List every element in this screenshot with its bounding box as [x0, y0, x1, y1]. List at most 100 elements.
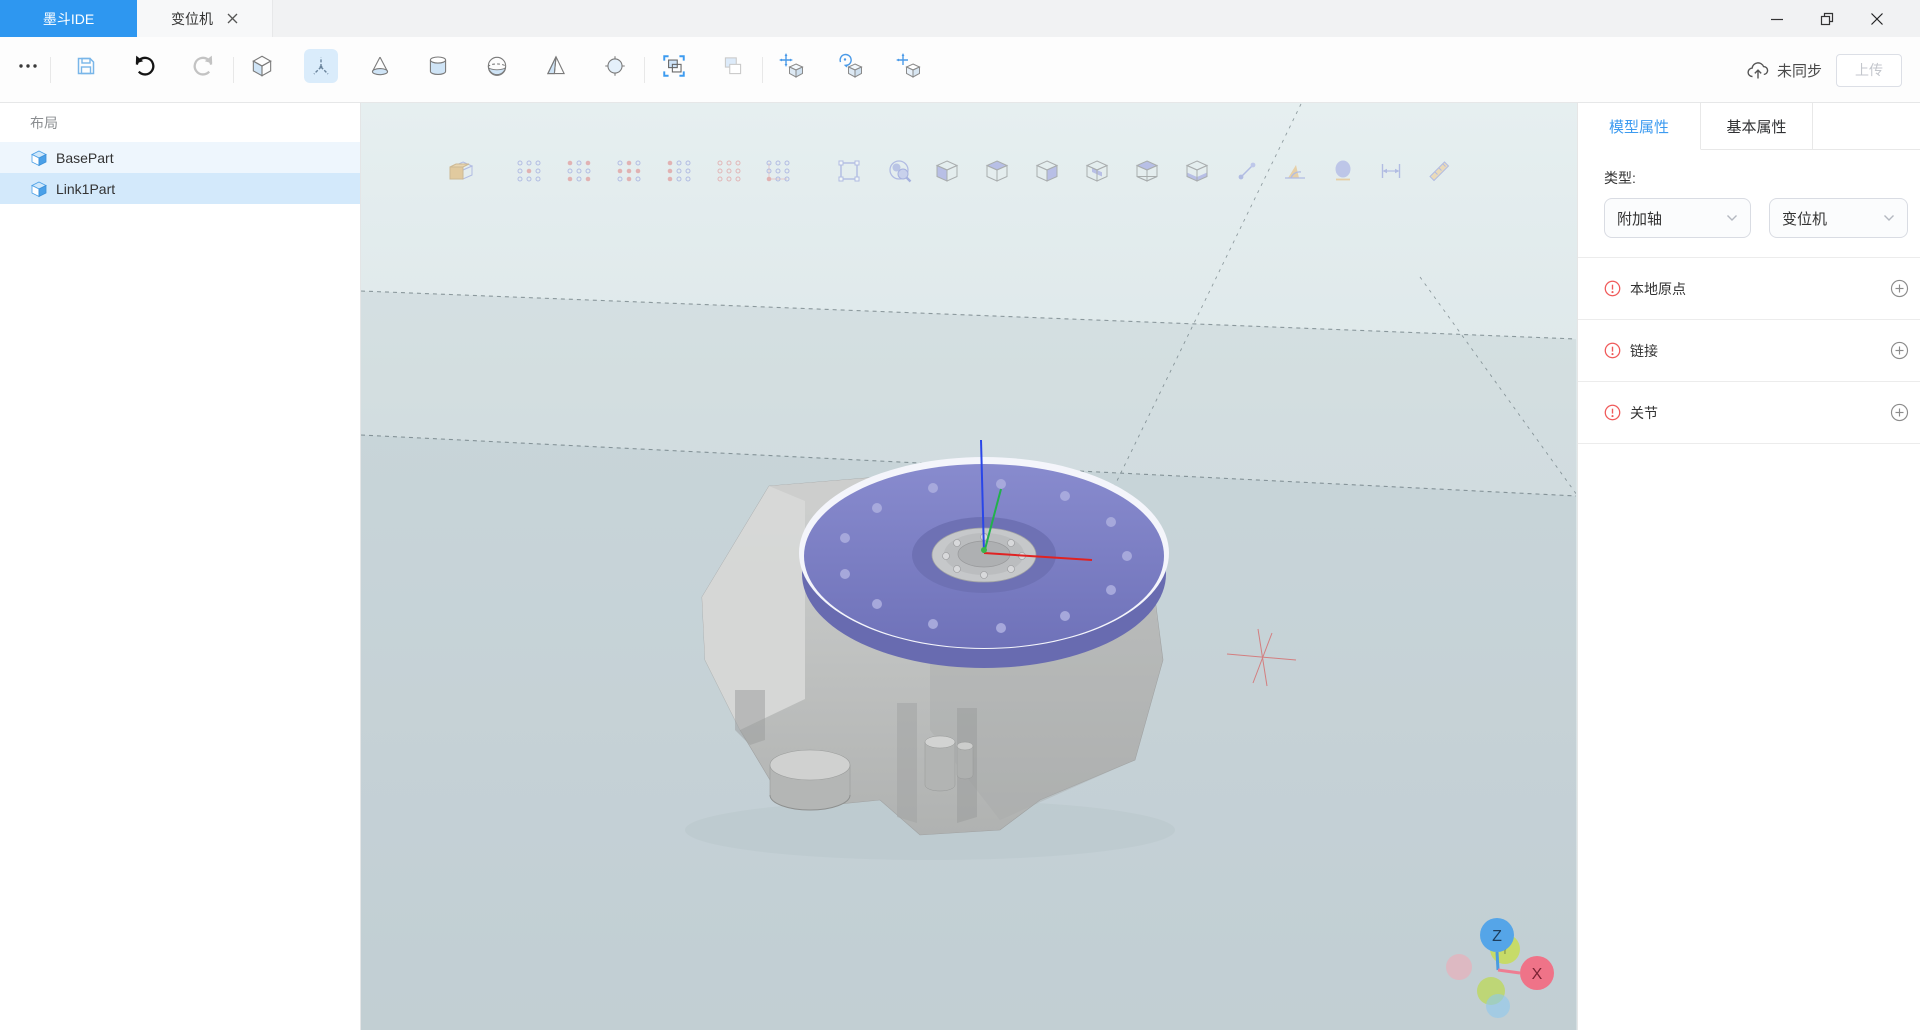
- titlebar-drag-area: [273, 0, 1752, 37]
- tree-item-basepart[interactable]: BasePart: [0, 142, 360, 173]
- snap-corners-icon[interactable]: [564, 156, 594, 186]
- rotate-part-button[interactable]: [834, 49, 868, 83]
- chevron-down-icon: [1883, 214, 1895, 222]
- add-link-button[interactable]: [1890, 341, 1909, 360]
- measure-width-icon[interactable]: [1376, 156, 1406, 186]
- minimize-button[interactable]: [1752, 0, 1802, 37]
- tab-basic-properties[interactable]: 基本属性: [1701, 103, 1813, 149]
- add-joint-button[interactable]: [1890, 403, 1909, 422]
- snap-all-icon[interactable]: [714, 156, 744, 186]
- app-tab[interactable]: 墨斗IDE: [0, 0, 137, 37]
- undo-button[interactable]: [128, 49, 162, 83]
- close-button[interactable]: [1852, 0, 1902, 37]
- type-select-subtype[interactable]: 变位机: [1769, 198, 1908, 238]
- translate-part-button[interactable]: [892, 49, 926, 83]
- maximize-button[interactable]: [1802, 0, 1852, 37]
- type-select-category[interactable]: 附加轴: [1604, 198, 1751, 238]
- undo-icon: [132, 53, 158, 79]
- layout-sidebar: 布局 BasePart Link1Part: [0, 103, 361, 1030]
- minimize-icon: [1768, 10, 1786, 28]
- upload-button[interactable]: 上传: [1836, 54, 1902, 87]
- view-front-icon[interactable]: [932, 156, 962, 186]
- measure-ruler-icon[interactable]: [1424, 156, 1454, 186]
- insert-cube-icon[interactable]: [445, 156, 475, 186]
- axis-z-negative-ball[interactable]: [1486, 994, 1510, 1018]
- snap-cross-icon[interactable]: [614, 156, 644, 186]
- warning-icon: [1604, 342, 1621, 359]
- type-select-category-value: 附加轴: [1617, 208, 1662, 229]
- redo-icon: [190, 53, 216, 79]
- tree-item-label: BasePart: [56, 150, 114, 166]
- move-cube-icon: [778, 52, 806, 80]
- create-cylinder-button[interactable]: [421, 49, 455, 83]
- turntable-disc[interactable]: [799, 457, 1169, 668]
- section-link: 链接: [1578, 320, 1920, 382]
- selection-frame-icon[interactable]: [834, 156, 864, 186]
- tab-model-properties[interactable]: 模型属性: [1578, 103, 1701, 150]
- axis-x-label: X: [1532, 966, 1543, 983]
- axis-x-negative-ball[interactable]: [1446, 954, 1472, 980]
- type-label: 类型:: [1604, 168, 1920, 188]
- view-bottom-icon[interactable]: [1182, 156, 1212, 186]
- save-icon: [74, 54, 98, 78]
- section-joint: 关节: [1578, 382, 1920, 444]
- move-part-button[interactable]: [775, 49, 809, 83]
- view-left-icon[interactable]: [1032, 156, 1062, 186]
- axis-triad-icon: [309, 54, 333, 78]
- axis-triad-button[interactable]: [304, 49, 338, 83]
- cloud-upload-icon: [1746, 59, 1770, 81]
- view-right-icon[interactable]: [1082, 156, 1112, 186]
- cylinder-icon: [425, 53, 451, 79]
- part-cube-icon: [30, 149, 48, 167]
- select-frame-icon: [661, 53, 687, 79]
- view-back-icon[interactable]: [982, 156, 1012, 186]
- sync-status: 未同步: [1746, 59, 1822, 81]
- snap-origin-icon[interactable]: [763, 156, 793, 186]
- measure-distance-icon[interactable]: [1232, 156, 1262, 186]
- 3d-viewport[interactable]: Y Z X: [361, 103, 1577, 1030]
- cone-icon: [367, 53, 393, 79]
- add-local-origin-button[interactable]: [1890, 279, 1909, 298]
- copy-icon: [720, 53, 746, 79]
- measure-angle-icon[interactable]: [1280, 156, 1310, 186]
- measure-circle-icon[interactable]: [1328, 156, 1358, 186]
- properties-panel: 模型属性 基本属性 类型: 附加轴 变位机 本地原点 链接: [1577, 103, 1920, 1030]
- zoom-area-icon[interactable]: [885, 156, 915, 186]
- point-icon: [602, 53, 628, 79]
- close-icon: [1868, 10, 1886, 28]
- type-select-subtype-value: 变位机: [1782, 208, 1827, 229]
- create-cube-button[interactable]: [245, 49, 279, 83]
- snap-center-icon[interactable]: [514, 156, 544, 186]
- titlebar: 墨斗IDE 变位机: [0, 0, 1920, 37]
- tab-close-icon[interactable]: [227, 13, 238, 24]
- chevron-down-icon: [1726, 214, 1738, 222]
- panel-tabs: 模型属性 基本属性: [1578, 103, 1920, 150]
- copy-button[interactable]: [716, 49, 750, 83]
- doc-tab[interactable]: 变位机: [137, 0, 273, 37]
- tree-item-link1part[interactable]: Link1Part: [0, 173, 360, 204]
- snap-column-icon[interactable]: [664, 156, 694, 186]
- redo-button[interactable]: [186, 49, 220, 83]
- cube-icon: [249, 53, 275, 79]
- create-pyramid-button[interactable]: [539, 49, 573, 83]
- create-sphere-button[interactable]: [480, 49, 514, 83]
- section-label: 链接: [1630, 341, 1881, 361]
- section-label: 本地原点: [1630, 279, 1881, 299]
- window-controls: [1752, 0, 1902, 37]
- section-local-origin: 本地原点: [1578, 258, 1920, 320]
- maximize-icon: [1818, 10, 1836, 28]
- sync-status-label: 未同步: [1777, 60, 1822, 81]
- sidebar-header: 布局: [0, 103, 360, 142]
- part-cube-icon: [30, 180, 48, 198]
- select-frame-button[interactable]: [657, 49, 691, 83]
- more-button[interactable]: [11, 49, 45, 83]
- view-top-icon[interactable]: [1132, 156, 1162, 186]
- warning-icon: [1604, 280, 1621, 297]
- create-point-button[interactable]: [598, 49, 632, 83]
- section-label: 关节: [1630, 403, 1881, 423]
- translate-cube-icon: [895, 52, 923, 80]
- main-toolbar: 未同步 上传: [0, 37, 1920, 103]
- tree-item-label: Link1Part: [56, 181, 115, 197]
- create-cone-button[interactable]: [363, 49, 397, 83]
- save-button[interactable]: [69, 49, 103, 83]
